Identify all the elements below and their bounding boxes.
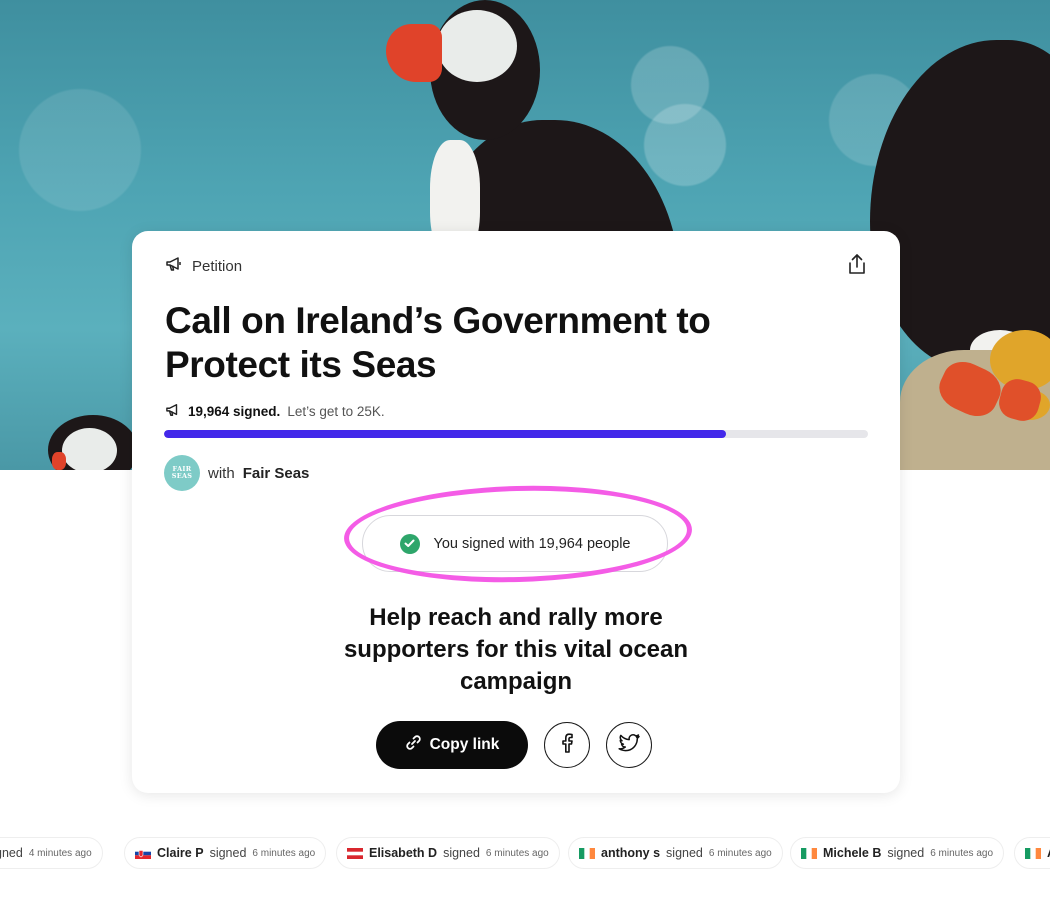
organizer-with-label: with [208, 464, 235, 482]
signer-name: Michele B [823, 846, 882, 860]
organizer-logo-line-2: SEAS [171, 472, 193, 480]
facebook-share-button[interactable] [544, 722, 590, 768]
recent-signers-ticker: gned 4 minutes ago Claire P signed 6 min… [0, 837, 1050, 871]
signer-name: Claire P [157, 846, 204, 860]
facebook-icon [561, 732, 573, 758]
signer-verb: signed [666, 846, 703, 860]
slovakia-flag-icon [135, 847, 151, 859]
signer-verb: signed [887, 846, 925, 860]
signature-goal: Let’s get to 25K. [287, 404, 385, 419]
recent-signer-chip: Claire P signed 6 minutes ago [124, 837, 327, 869]
ireland-flag-icon [801, 847, 817, 859]
signature-progress-text: 19,964 signed. Let’s get to 25K. [165, 403, 385, 420]
signature-count: 19,964 signed. [188, 404, 281, 419]
link-icon [405, 734, 422, 756]
share-actions: Copy link [376, 721, 652, 769]
megaphone-icon [165, 256, 183, 277]
signer-time: 4 minutes ago [28, 847, 92, 859]
signer-verb: signed [443, 846, 480, 860]
organizer: FAIR SEAS with Fair Seas [164, 455, 309, 491]
share-button[interactable] [844, 253, 870, 279]
recent-signer-chip: anthony s signed 6 minutes ago [568, 837, 783, 869]
signature-progress-bar [164, 430, 868, 438]
copy-link-button[interactable]: Copy link [376, 721, 528, 769]
ireland-flag-icon [579, 847, 595, 859]
twitter-icon [618, 733, 640, 757]
signer-time: 6 minutes ago [708, 847, 772, 859]
petition-badge: Petition [165, 256, 242, 277]
copy-link-label: Copy link [429, 736, 500, 753]
twitter-share-button[interactable] [606, 722, 652, 768]
organizer-logo[interactable]: FAIR SEAS [164, 455, 200, 491]
recent-signer-chip: A [1014, 837, 1050, 869]
megaphone-icon [165, 403, 181, 420]
signer-name: Elisabeth D [369, 846, 438, 860]
ireland-flag-icon [1025, 847, 1041, 859]
signer-verb: signed [209, 846, 247, 860]
signer-verb: gned [0, 846, 23, 860]
share-icon [847, 253, 867, 280]
petition-title: Call on Ireland’s Government to Protect … [165, 300, 711, 385]
recent-signer-chip: gned 4 minutes ago [0, 837, 103, 869]
recent-signer-chip: Michele B signed 6 minutes ago [790, 837, 1005, 869]
recent-signer-chip: Elisabeth D signed 6 minutes ago [336, 837, 560, 869]
signer-time: 6 minutes ago [930, 847, 994, 859]
signer-time: 6 minutes ago [252, 847, 316, 859]
petition-badge-label: Petition [192, 258, 243, 275]
signer-name: anthony s [601, 846, 661, 860]
petition-card: Petition Call on Ireland’s Government to… [132, 231, 900, 793]
organizer-name[interactable]: Fair Seas [243, 465, 310, 482]
signer-time: 6 minutes ago [485, 847, 549, 859]
signature-progress-fill [164, 430, 727, 438]
austria-flag-icon [347, 847, 363, 859]
share-call-to-action: Help reach and rally more supporters for… [343, 604, 689, 695]
